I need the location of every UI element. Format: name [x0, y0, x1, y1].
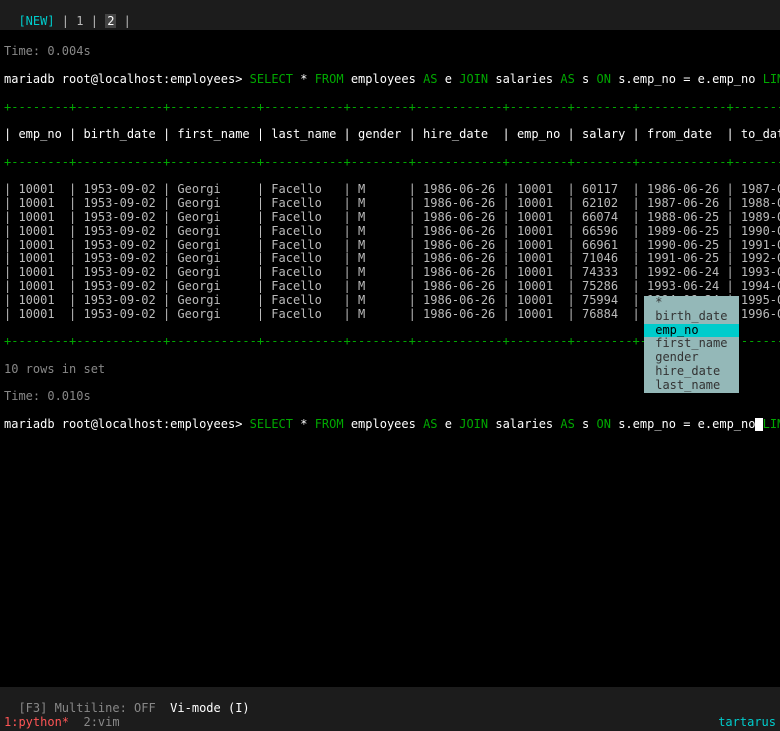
sql-query-2-after[interactable]: LIMIT 10 [763, 417, 780, 431]
tab-sep: | [116, 14, 130, 28]
status-multiline: [F3] Multiline: OFF [18, 701, 170, 715]
tab-1[interactable]: 1 [76, 14, 83, 28]
timing-line: Time: 0.004s [4, 45, 776, 59]
table-row: | 10001 | 1953-09-02 | Georgi | Facello … [4, 252, 776, 266]
status-bar: [F3] Multiline: OFF Vi-mode (I) [0, 687, 780, 717]
tmux-status-bar: 1:python* 2:vim tartarus [0, 715, 780, 731]
table-row: | 10001 | 1953-09-02 | Georgi | Facello … [4, 239, 776, 253]
autocomplete-item[interactable]: birth_date [644, 310, 739, 324]
table-row: | 10001 | 1953-09-02 | Georgi | Facello … [4, 211, 776, 225]
tab-sep: | [84, 14, 106, 28]
tab-sep: | [55, 14, 77, 28]
prompt-line-1: mariadb root@localhost:employees> SELECT… [4, 73, 776, 87]
tmux-hostname: tartarus [718, 716, 776, 730]
prompt-host: mariadb root@localhost:employees> [4, 417, 250, 431]
tmux-window-2[interactable]: 2:vim [69, 715, 120, 729]
table-border-top: +--------+------------+------------+----… [4, 101, 776, 115]
tab-bar: [NEW] | 1 | 2 | [0, 0, 780, 30]
table-row: | 10001 | 1953-09-02 | Georgi | Facello … [4, 183, 776, 197]
table-row: | 10001 | 1953-09-02 | Georgi | Facello … [4, 225, 776, 239]
tmux-windows[interactable]: 1:python* 2:vim [4, 716, 120, 730]
status-vi-mode: Vi-mode (I) [170, 701, 249, 715]
cursor [755, 418, 762, 431]
autocomplete-item[interactable]: last_name [644, 379, 739, 393]
sql-query-2-before[interactable]: SELECT * FROM employees AS e JOIN salari… [250, 417, 756, 431]
table-row: | 10001 | 1953-09-02 | Georgi | Facello … [4, 197, 776, 211]
autocomplete-popup[interactable]: * birth_date emp_no first_name gender hi… [644, 296, 739, 393]
table-row: | 10001 | 1953-09-02 | Georgi | Facello … [4, 280, 776, 294]
prompt-host: mariadb root@localhost:employees> [4, 72, 250, 86]
tab-2-active[interactable]: 2 [105, 14, 116, 28]
table-border-mid: +--------+------------+------------+----… [4, 156, 776, 170]
sql-query-1: SELECT * FROM employees AS e JOIN salari… [250, 72, 780, 86]
prompt-line-2[interactable]: mariadb root@localhost:employees> SELECT… [4, 418, 776, 432]
table-row: | 10001 | 1953-09-02 | Georgi | Facello … [4, 266, 776, 280]
tab-new[interactable]: [NEW] [18, 14, 54, 28]
tmux-window-1-active[interactable]: 1:python* [4, 715, 69, 729]
autocomplete-item[interactable]: gender [644, 351, 739, 365]
table-header: | emp_no | birth_date | first_name | las… [4, 128, 776, 142]
autocomplete-item[interactable]: emp_no [644, 324, 739, 338]
autocomplete-item[interactable]: first_name [644, 337, 739, 351]
autocomplete-item[interactable]: hire_date [644, 365, 739, 379]
autocomplete-item[interactable]: * [644, 296, 739, 310]
